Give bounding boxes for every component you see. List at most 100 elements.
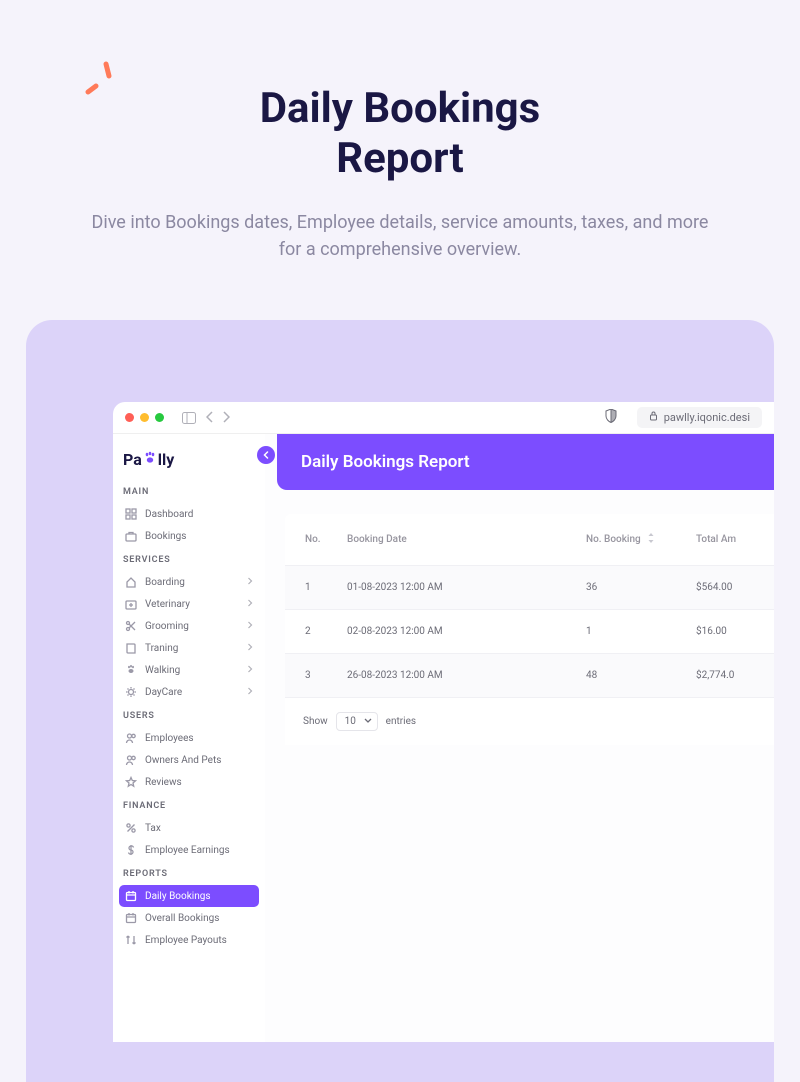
url-text: pawlly.iqonic.desi [664,411,750,424]
browser-toolbar: pawlly.iqonic.desi [113,402,774,434]
entries-label: entries [386,716,416,727]
sidebar-item-grooming[interactable]: Grooming [119,615,259,637]
nav-label: Employee Earnings [145,845,230,856]
paw-icon [125,664,137,676]
sidebar-item-tax[interactable]: Tax [119,817,259,839]
nav-label: Employee Payouts [145,935,227,946]
home-icon [125,576,137,588]
logo[interactable]: Pally [119,446,259,479]
sidebar-toggle-icon[interactable] [182,412,196,424]
cell-count: 48 [574,654,684,698]
book-icon [125,642,137,654]
arrows-icon [125,934,137,946]
lock-icon [649,411,658,424]
chevron-right-icon [247,621,253,632]
chevron-right-icon [247,599,253,610]
sidebar-item-walking[interactable]: Walking [119,659,259,681]
page-size-select[interactable]: 10 [336,712,378,731]
column-header[interactable]: Total Am [684,514,774,566]
cell-no: 2 [285,610,335,654]
sidebar-item-dashboard[interactable]: Dashboard [119,503,259,525]
nav-label: Daily Bookings [145,891,211,902]
section-label: USERS [119,703,259,727]
chevron-right-icon [247,665,253,676]
percent-icon [125,822,137,834]
users-icon [125,754,137,766]
cell-no: 1 [285,566,335,610]
sidebar-item-veterinary[interactable]: Veterinary [119,593,259,615]
accent-decoration [82,60,118,104]
cell-count: 36 [574,566,684,610]
report-table: No.Booking DateNo. BookingTotal Am 101-0… [285,514,774,698]
dollar-icon [125,844,137,856]
nav-label: Reviews [145,777,182,788]
column-header[interactable]: No. Booking [574,514,684,566]
nav-label: Employees [145,733,194,744]
section-label: REPORTS [119,861,259,885]
section-label: MAIN [119,479,259,503]
chevron-right-icon [247,687,253,698]
sidebar-item-employee-earnings[interactable]: Employee Earnings [119,839,259,861]
promo-subtitle: Dive into Bookings dates, Employee detai… [0,209,800,263]
section-label: FINANCE [119,793,259,817]
sun-icon [125,686,137,698]
sidebar-item-owners-and-pets[interactable]: Owners And Pets [119,749,259,771]
minimize-dot[interactable] [140,413,149,422]
app-preview-frame: pawlly.iqonic.desi Pally MAINDashboardBo… [26,320,774,1082]
cell-date: 02-08-2023 12:00 AM [335,610,574,654]
close-dot[interactable] [125,413,134,422]
report-card: No.Booking DateNo. BookingTotal Am 101-0… [285,514,774,745]
table-row[interactable]: 101-08-2023 12:00 AM36$564.00 [285,566,774,610]
app-body: Pally MAINDashboardBookingsSERVICES Board… [113,434,774,1042]
sidebar-item-employees[interactable]: Employees [119,727,259,749]
show-label: Show [303,716,328,727]
nav-label: Overall Bookings [145,913,219,924]
window-controls [125,413,164,422]
chevron-right-icon [247,643,253,654]
briefcase-icon [125,530,137,542]
column-header[interactable]: No. [285,514,335,566]
cell-no: 3 [285,654,335,698]
section-label: SERVICES [119,547,259,571]
cell-count: 1 [574,610,684,654]
maximize-dot[interactable] [155,413,164,422]
scissors-icon [125,620,137,632]
sidebar-item-employee-payouts[interactable]: Employee Payouts [119,929,259,951]
sort-icon [647,532,655,547]
sidebar-item-traning[interactable]: Traning [119,637,259,659]
nav-label: Walking [145,665,180,676]
nav-label: Tax [145,823,161,834]
sidebar-item-bookings[interactable]: Bookings [119,525,259,547]
sidebar-item-daycare[interactable]: DayCare [119,681,259,703]
nav-label: Veterinary [145,599,190,610]
shield-icon[interactable] [605,408,617,427]
star-icon [125,776,137,788]
browser-window: pawlly.iqonic.desi Pally MAINDashboardBo… [113,402,774,1042]
page-root: Daily BookingsReport Dive into Bookings … [0,0,800,1082]
chevron-right-icon [247,577,253,588]
nav-label: Grooming [145,621,189,632]
cell-amount: $2,774.0 [684,654,774,698]
medical-icon [125,598,137,610]
sidebar: Pally MAINDashboardBookingsSERVICES Board… [113,434,265,1042]
cell-date: 26-08-2023 12:00 AM [335,654,574,698]
column-header[interactable]: Booking Date [335,514,574,566]
table-row[interactable]: 326-08-2023 12:00 AM48$2,774.0 [285,654,774,698]
cell-amount: $564.00 [684,566,774,610]
table-row[interactable]: 202-08-2023 12:00 AM1$16.00 [285,610,774,654]
users-icon [125,732,137,744]
sidebar-item-daily-bookings[interactable]: Daily Bookings [119,885,259,907]
pagination: Show 10 entries [285,698,774,745]
sidebar-collapse-button[interactable] [257,446,275,464]
page-header: Daily Bookings Report [277,434,774,490]
sidebar-item-boarding[interactable]: Boarding [119,571,259,593]
forward-icon[interactable] [222,408,230,427]
nav-label: DayCare [145,687,182,698]
paw-icon [143,450,157,469]
sidebar-item-overall-bookings[interactable]: Overall Bookings [119,907,259,929]
sidebar-item-reviews[interactable]: Reviews [119,771,259,793]
back-icon[interactable] [206,408,214,427]
nav-label: Boarding [145,577,185,588]
url-bar[interactable]: pawlly.iqonic.desi [637,407,762,428]
cell-date: 01-08-2023 12:00 AM [335,566,574,610]
